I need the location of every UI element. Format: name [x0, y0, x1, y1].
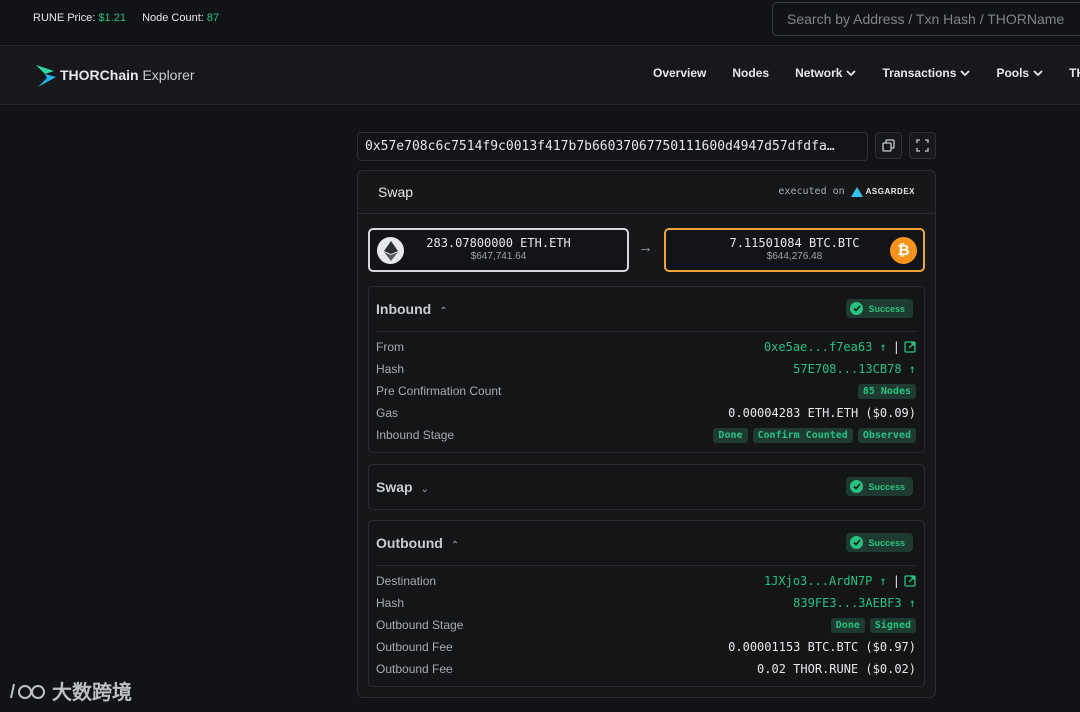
info-row: Outbound Fee 0.00001153 BTC.BTC ($0.97) [376, 640, 916, 654]
swap-header[interactable]: Swap ⌄ Success [369, 465, 924, 509]
network-stats: RUNE Price: $1.21 Node Count: 87 [33, 12, 219, 24]
external-link-icon[interactable] [904, 575, 916, 587]
nav-pools[interactable]: Pools [996, 66, 1043, 80]
check-icon [850, 480, 864, 493]
asgardex-icon [850, 186, 863, 197]
search-input[interactable]: Search by Address / Txn Hash / THORName [772, 2, 1080, 36]
card-title: Swap [378, 184, 414, 200]
info-row: Hash 57E708...13CB78 ↑ [376, 362, 916, 376]
from-amount: 283.07800000 ETH.ETH [426, 236, 571, 250]
swap-arrow: → [638, 239, 653, 256]
outbound-section: Outbound ⌃ Success Destination 1JXjo3...A… [368, 520, 925, 687]
rune-price-label: RUNE Price: [33, 12, 96, 24]
nav-thorname[interactable]: THO [1069, 66, 1080, 80]
info-row: From 0xe5ae...f7ea63 ↑ | [369, 336, 924, 358]
copy-icon [882, 139, 895, 152]
info-row: Outbound Fee 0.02 THOR.RUNE ($0.02) [376, 662, 916, 676]
executed-on: executed on ASGARDEX [778, 186, 915, 197]
brand-name: THORChain [60, 67, 139, 83]
top-bar: RUNE Price: $1.21 Node Count: 87 Search … [0, 0, 1080, 46]
chevron-down-icon [846, 70, 857, 77]
asgardex-logo: ASGARDEX [850, 186, 915, 197]
check-icon [850, 536, 864, 549]
rune-price-value: $1.21 [98, 12, 126, 24]
inbound-hash-link[interactable]: 57E708...13CB78 ↑ [793, 362, 916, 376]
stage-tag: Observed [857, 428, 916, 443]
stage-tag: Signed [869, 618, 916, 633]
nav-network[interactable]: Network [795, 66, 857, 80]
destination-link[interactable]: 1JXjo3...ArdN7P ↑ [764, 574, 887, 588]
stage-tag: Done [830, 618, 865, 633]
swap-section: Swap ⌄ Success [368, 464, 925, 510]
from-usd: $647,741.64 [470, 251, 527, 262]
to-amount: 7.11501084 BTC.BTC [729, 236, 860, 250]
status-badge: Success [846, 477, 913, 496]
chevron-up-icon: ⌃ [450, 540, 460, 551]
btc-icon: ₿ [890, 237, 917, 264]
external-link-icon[interactable] [904, 341, 916, 353]
nav-overview[interactable]: Overview [653, 66, 706, 80]
chevron-down-icon: ⌄ [420, 484, 429, 495]
node-count-value: 87 [206, 12, 220, 24]
status-badge: Success [846, 533, 913, 552]
fullscreen-button[interactable] [909, 132, 936, 159]
watermark: 大数跨境 [8, 676, 132, 705]
chevron-up-icon: ⌃ [439, 306, 448, 317]
info-row: Hash 839FE3...3AEBF3 ↑ [376, 596, 916, 610]
info-row: Pre Confirmation Count 85 Nodes [369, 380, 924, 402]
info-row: Gas 0.00004283 ETH.ETH ($0.09) [376, 406, 916, 420]
from-asset: 283.07800000 ETH.ETH $647,741.64 [368, 228, 629, 272]
info-row: Destination 1JXjo3...ArdN7P ↑ | [369, 570, 924, 592]
outbound-hash-link[interactable]: 839FE3...3AEBF3 ↑ [793, 596, 916, 610]
brand-suffix: Explorer [138, 67, 195, 83]
thorchain-logo-icon [36, 65, 56, 87]
info-row: Outbound Stage Done Signed [369, 614, 924, 636]
nav-nodes[interactable]: Nodes [732, 66, 769, 80]
node-count-label: Node Count: [142, 12, 204, 24]
nav-transactions[interactable]: Transactions [882, 66, 971, 80]
status-badge: Success [846, 299, 913, 318]
stage-tag: Confirm Counted [752, 428, 853, 443]
watermark-logo-icon [10, 683, 45, 699]
chevron-down-icon [960, 70, 971, 77]
outbound-header[interactable]: Outbound ⌃ Success [369, 521, 924, 565]
nodes-badge: 85 Nodes [857, 384, 916, 399]
tx-hash-display[interactable]: 0x57e708c6c7514f9c0013f417b7b66037067750… [357, 132, 868, 161]
inbound-section: Inbound ⌃ Success From 0xe5ae...f7ea63 ↑ |… [368, 286, 925, 453]
chevron-down-icon [1033, 70, 1043, 77]
from-address-link[interactable]: 0xe5ae...f7ea63 ↑ [764, 340, 887, 354]
logo[interactable]: THORChain Explorer [34, 61, 195, 89]
inbound-header[interactable]: Inbound ⌃ Success [369, 287, 924, 331]
check-icon [850, 302, 864, 315]
to-usd: $644,276.48 [766, 251, 823, 262]
copy-button[interactable] [875, 132, 902, 159]
swap-card: Swap executed on ASGARDEX 283.07800000 E… [357, 170, 936, 698]
main-nav: THORChain Explorer Overview Nodes Networ… [0, 47, 1080, 105]
info-row: Inbound Stage Done Confirm Counted Obser… [369, 424, 924, 446]
expand-icon [916, 139, 929, 152]
to-asset: 7.11501084 BTC.BTC $644,276.48 ₿ [664, 228, 925, 272]
stage-tag: Done [713, 428, 748, 443]
